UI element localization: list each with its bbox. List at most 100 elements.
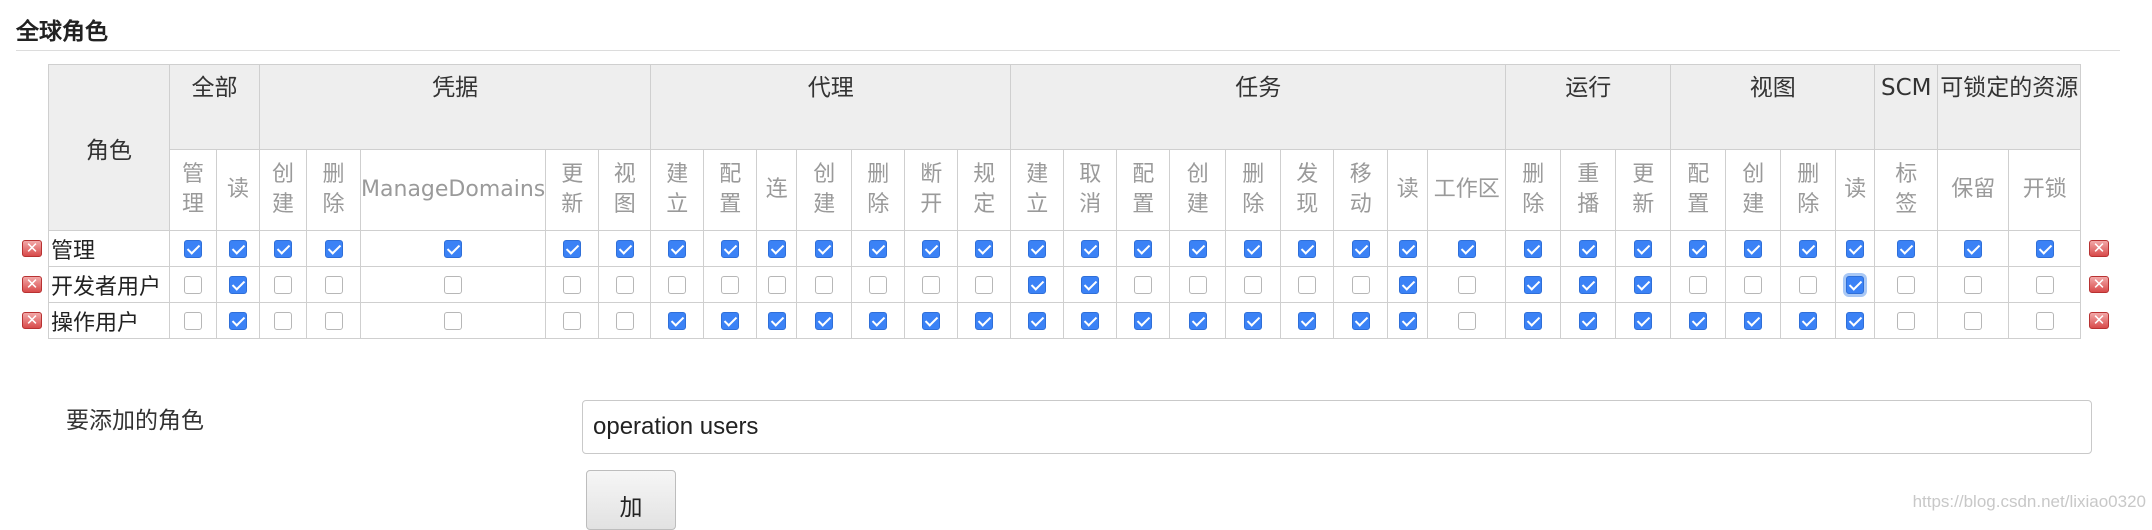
permission-checkbox[interactable]: [1744, 276, 1763, 295]
permission-checkbox[interactable]: [1799, 276, 1818, 295]
permission-checkbox[interactable]: [1579, 312, 1598, 331]
permission-checkbox[interactable]: [2035, 312, 2054, 331]
permission-checkbox[interactable]: [721, 276, 740, 295]
permission-checkbox[interactable]: [869, 240, 888, 259]
permission-checkbox[interactable]: [1134, 312, 1153, 331]
permission-checkbox[interactable]: [1579, 276, 1598, 295]
permission-checkbox[interactable]: [1689, 312, 1708, 331]
permission-checkbox[interactable]: [668, 312, 687, 331]
permission-checkbox[interactable]: [2035, 276, 2054, 295]
permission-checkbox[interactable]: [975, 312, 994, 331]
delete-role-icon[interactable]: ✕: [2089, 240, 2109, 257]
permission-checkbox[interactable]: [184, 240, 202, 259]
add-role-button[interactable]: 加: [586, 470, 676, 530]
permission-checkbox[interactable]: [184, 276, 202, 295]
permission-checkbox[interactable]: [922, 312, 941, 331]
permission-checkbox[interactable]: [1524, 240, 1543, 259]
permission-checkbox[interactable]: [1744, 312, 1763, 331]
permission-checkbox[interactable]: [229, 240, 248, 259]
permission-checkbox[interactable]: [1188, 240, 1207, 259]
permission-checkbox[interactable]: [324, 276, 343, 295]
permission-checkbox[interactable]: [1457, 312, 1476, 331]
permission-checkbox[interactable]: [274, 240, 293, 259]
permission-checkbox[interactable]: [274, 276, 293, 295]
permission-checkbox[interactable]: [815, 276, 834, 295]
permission-checkbox[interactable]: [1398, 240, 1417, 259]
permission-checkbox[interactable]: [1634, 312, 1653, 331]
permission-checkbox[interactable]: [444, 312, 463, 331]
permission-checkbox[interactable]: [1799, 312, 1818, 331]
permission-checkbox[interactable]: [2035, 240, 2054, 259]
permission-checkbox[interactable]: [767, 240, 786, 259]
permission-checkbox[interactable]: [721, 312, 740, 331]
permission-checkbox[interactable]: [615, 276, 634, 295]
permission-checkbox[interactable]: [1398, 312, 1417, 331]
permission-checkbox[interactable]: [1351, 312, 1370, 331]
permission-checkbox[interactable]: [1689, 276, 1708, 295]
permission-checkbox[interactable]: [1897, 276, 1916, 295]
permission-checkbox[interactable]: [1964, 240, 1983, 259]
permission-checkbox[interactable]: [1351, 276, 1370, 295]
permission-checkbox[interactable]: [1298, 276, 1317, 295]
permission-checkbox[interactable]: [869, 276, 888, 295]
permission-checkbox[interactable]: [721, 240, 740, 259]
delete-role-icon[interactable]: ✕: [22, 312, 42, 329]
permission-checkbox[interactable]: [615, 240, 634, 259]
permission-checkbox[interactable]: [1028, 276, 1047, 295]
permission-checkbox[interactable]: [1799, 240, 1818, 259]
permission-checkbox[interactable]: [1188, 312, 1207, 331]
permission-checkbox[interactable]: [922, 276, 941, 295]
permission-checkbox[interactable]: [1134, 240, 1153, 259]
permission-checkbox[interactable]: [1457, 240, 1476, 259]
permission-checkbox[interactable]: [1081, 276, 1100, 295]
permission-checkbox[interactable]: [668, 276, 687, 295]
delete-role-icon[interactable]: ✕: [2089, 312, 2109, 329]
role-to-add-input[interactable]: [582, 400, 2092, 454]
permission-checkbox[interactable]: [1244, 276, 1263, 295]
permission-checkbox[interactable]: [229, 276, 248, 295]
permission-checkbox[interactable]: [767, 312, 786, 331]
permission-checkbox[interactable]: [1028, 240, 1047, 259]
delete-role-icon[interactable]: ✕: [2089, 276, 2109, 293]
permission-checkbox[interactable]: [922, 240, 941, 259]
delete-role-icon[interactable]: ✕: [22, 240, 42, 257]
permission-checkbox[interactable]: [444, 276, 463, 295]
permission-checkbox[interactable]: [767, 276, 786, 295]
permission-checkbox[interactable]: [1579, 240, 1598, 259]
permission-checkbox[interactable]: [1634, 240, 1653, 259]
permission-checkbox[interactable]: [1524, 312, 1543, 331]
permission-checkbox[interactable]: [1028, 312, 1047, 331]
permission-checkbox[interactable]: [229, 312, 248, 331]
permission-checkbox[interactable]: [1964, 276, 1983, 295]
permission-checkbox[interactable]: [668, 240, 687, 259]
permission-checkbox[interactable]: [1634, 276, 1653, 295]
permission-checkbox[interactable]: [324, 240, 343, 259]
permission-checkbox[interactable]: [1188, 276, 1207, 295]
permission-checkbox[interactable]: [1081, 312, 1100, 331]
permission-checkbox[interactable]: [1897, 312, 1916, 331]
permission-checkbox[interactable]: [1846, 276, 1865, 295]
permission-checkbox[interactable]: [1244, 312, 1263, 331]
permission-checkbox[interactable]: [444, 240, 463, 259]
permission-checkbox[interactable]: [1244, 240, 1263, 259]
permission-checkbox[interactable]: [815, 240, 834, 259]
permission-checkbox[interactable]: [1457, 276, 1476, 295]
permission-checkbox[interactable]: [1524, 276, 1543, 295]
permission-checkbox[interactable]: [1846, 240, 1865, 259]
permission-checkbox[interactable]: [563, 312, 582, 331]
permission-checkbox[interactable]: [274, 312, 293, 331]
permission-checkbox[interactable]: [563, 240, 582, 259]
permission-checkbox[interactable]: [869, 312, 888, 331]
permission-checkbox[interactable]: [615, 312, 634, 331]
permission-checkbox[interactable]: [1964, 312, 1983, 331]
permission-checkbox[interactable]: [184, 312, 202, 331]
delete-role-icon[interactable]: ✕: [22, 276, 42, 293]
permission-checkbox[interactable]: [1081, 240, 1100, 259]
permission-checkbox[interactable]: [1398, 276, 1417, 295]
permission-checkbox[interactable]: [1134, 276, 1153, 295]
permission-checkbox[interactable]: [815, 312, 834, 331]
permission-checkbox[interactable]: [1846, 312, 1865, 331]
permission-checkbox[interactable]: [563, 276, 582, 295]
permission-checkbox[interactable]: [1351, 240, 1370, 259]
permission-checkbox[interactable]: [1689, 240, 1708, 259]
